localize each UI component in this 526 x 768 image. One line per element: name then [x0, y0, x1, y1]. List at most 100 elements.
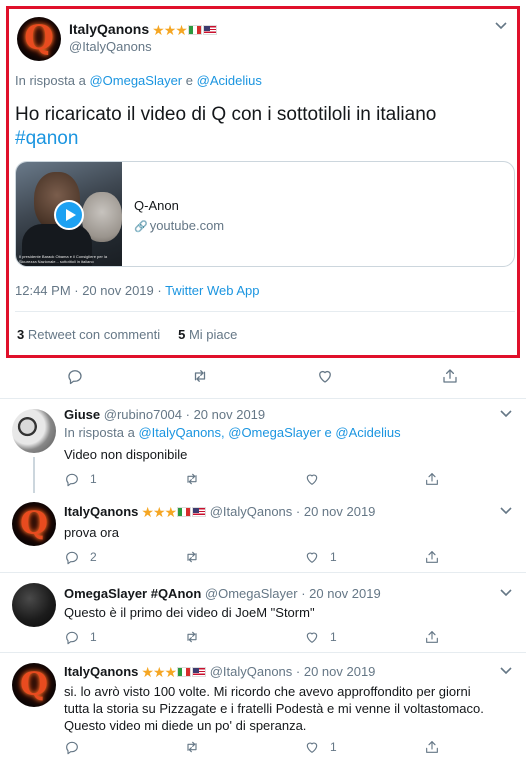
star-icons: ★★★: [141, 504, 177, 520]
mention-link[interactable]: @Acidelius: [197, 73, 262, 88]
reply-tweet[interactable]: Q ItalyQanons ★★★ @ItalyQanons · 20 nov 2…: [0, 492, 526, 572]
q-logo-icon: Q: [24, 18, 54, 59]
retweet-icon: [187, 741, 197, 753]
share-icon: [443, 369, 457, 383]
author-handle[interactable]: @ItalyQanons: [69, 39, 152, 54]
like-button[interactable]: 1: [304, 549, 337, 565]
like-button[interactable]: 1: [304, 629, 337, 645]
heart-icon: [306, 632, 318, 643]
share-icon: [426, 741, 438, 753]
retweet-button[interactable]: [191, 367, 209, 385]
avatar[interactable]: Q: [17, 17, 61, 61]
heart-icon: [306, 474, 318, 485]
q-logo-icon: Q: [20, 504, 48, 543]
name-badges: ★★★: [141, 504, 207, 521]
avatar[interactable]: Q: [12, 502, 56, 546]
reply-tweet[interactable]: Giuse @rubino7004 · 20 nov 2019 In rispo…: [0, 398, 526, 493]
card-title: Q-Anon: [134, 198, 179, 213]
tweet-stats: 3 Retweet con commenti 5 Mi piace: [17, 327, 237, 342]
name-badges: ★★★: [152, 22, 217, 39]
reply-action-bar: 1: [0, 739, 526, 759]
usa-flag-icon: [192, 667, 207, 677]
reply-button[interactable]: [66, 367, 84, 385]
italy-flag-icon: [177, 507, 192, 517]
share-button[interactable]: [424, 629, 440, 645]
avatar[interactable]: Q: [12, 663, 56, 707]
reply-action-bar: 1: [0, 471, 526, 491]
reply-text: prova ora: [64, 525, 119, 540]
avatar[interactable]: [12, 583, 56, 627]
link-icon: 🔗: [134, 221, 148, 233]
reply-icon: [66, 741, 78, 755]
retweet-icon: [194, 370, 206, 382]
chevron-down-icon[interactable]: [500, 664, 512, 678]
play-icon[interactable]: [54, 200, 84, 230]
reply-tweet[interactable]: Q ItalyQanons ★★★ @ItalyQanons · 20 nov 2…: [0, 652, 526, 768]
reply-icon: [66, 473, 78, 487]
chevron-down-icon[interactable]: [500, 586, 512, 600]
star-icons: ★★★: [141, 664, 177, 680]
heart-icon: [306, 742, 318, 753]
source-link[interactable]: Twitter Web App: [165, 283, 259, 298]
retweet-button[interactable]: [184, 629, 210, 645]
reply-icon: [66, 631, 78, 645]
usa-flag-icon: [192, 507, 207, 517]
tweet-timestamp: 12:44 PM · 20 nov 2019 · Twitter Web App: [15, 283, 260, 298]
mention-link[interactable]: @OmegaSlayer: [89, 73, 182, 88]
tweet-text: Ho ricaricato il video di Q con i sottot…: [15, 104, 437, 149]
divider: [15, 311, 515, 312]
reply-header: OmegaSlayer #QAnon @OmegaSlayer · 20 nov…: [64, 586, 381, 601]
retweet-button[interactable]: [184, 739, 210, 755]
reply-button[interactable]: 2: [64, 549, 97, 565]
reply-context: In risposta a @OmegaSlayer e @Acidelius: [15, 73, 262, 88]
name-badges: ★★★: [141, 664, 207, 681]
reply-button[interactable]: [64, 739, 90, 755]
chevron-down-icon[interactable]: [495, 19, 507, 33]
like-button[interactable]: [304, 471, 330, 487]
usa-flag-icon: [202, 25, 217, 35]
chevron-down-icon[interactable]: [500, 407, 512, 421]
share-icon: [426, 473, 438, 485]
q-logo-icon: Q: [20, 665, 48, 704]
retweet-button[interactable]: [184, 471, 210, 487]
like-button[interactable]: 1: [304, 739, 337, 755]
reply-tweet[interactable]: OmegaSlayer #QAnon @OmegaSlayer · 20 nov…: [0, 572, 526, 652]
card-domain: 🔗 youtube.com: [134, 218, 225, 233]
reply-icon: [68, 370, 82, 385]
star-icons: ★★★: [152, 22, 188, 38]
share-button[interactable]: [424, 739, 440, 755]
share-button[interactable]: [424, 549, 440, 565]
thumbnail-caption: Il presidente Barack Obama e il Consigli…: [19, 254, 108, 264]
share-button[interactable]: [441, 367, 459, 385]
avatar[interactable]: [12, 409, 56, 453]
heart-icon: [319, 370, 331, 383]
reply-action-bar: 2 1: [0, 549, 526, 569]
video-thumbnail[interactable]: Il presidente Barack Obama e il Consigli…: [16, 162, 122, 266]
mention-link[interactable]: @ItalyQanons, @OmegaSlayer e @Acidelius: [138, 425, 400, 440]
retweets-stat[interactable]: 3 Retweet con commenti: [17, 327, 160, 342]
like-button[interactable]: [316, 367, 334, 385]
share-icon: [426, 551, 438, 563]
retweet-icon: [187, 551, 197, 563]
share-icon: [426, 631, 438, 643]
reply-button[interactable]: 1: [64, 471, 97, 487]
reply-header: ItalyQanons ★★★ @ItalyQanons · 20 nov 201…: [64, 504, 376, 521]
heart-icon: [306, 552, 318, 563]
reply-button[interactable]: 1: [64, 629, 97, 645]
main-action-bar: [0, 367, 526, 387]
reply-text: Video non disponibile: [64, 447, 188, 462]
link-card[interactable]: Il presidente Barack Obama e il Consigli…: [15, 161, 515, 267]
reply-header: Giuse @rubino7004 · 20 nov 2019: [64, 407, 266, 422]
likes-stat[interactable]: 5 Mi piace: [178, 327, 237, 342]
reply-header: ItalyQanons ★★★ @ItalyQanons · 20 nov 201…: [64, 664, 376, 681]
italy-flag-icon: [177, 667, 192, 677]
hashtag-link[interactable]: #qanon: [15, 128, 78, 149]
retweet-button[interactable]: [184, 549, 210, 565]
retweet-icon: [187, 631, 197, 643]
chevron-down-icon[interactable]: [500, 504, 512, 518]
author-name[interactable]: ItalyQanons ★★★: [69, 21, 217, 39]
italy-flag-icon: [187, 25, 202, 35]
reply-text: si. lo avrò visto 100 volte. Mi ricordo …: [64, 684, 484, 733]
highlighted-tweet: Q ItalyQanons ★★★ @ItalyQanons In rispost…: [6, 6, 520, 358]
share-button[interactable]: [424, 471, 440, 487]
